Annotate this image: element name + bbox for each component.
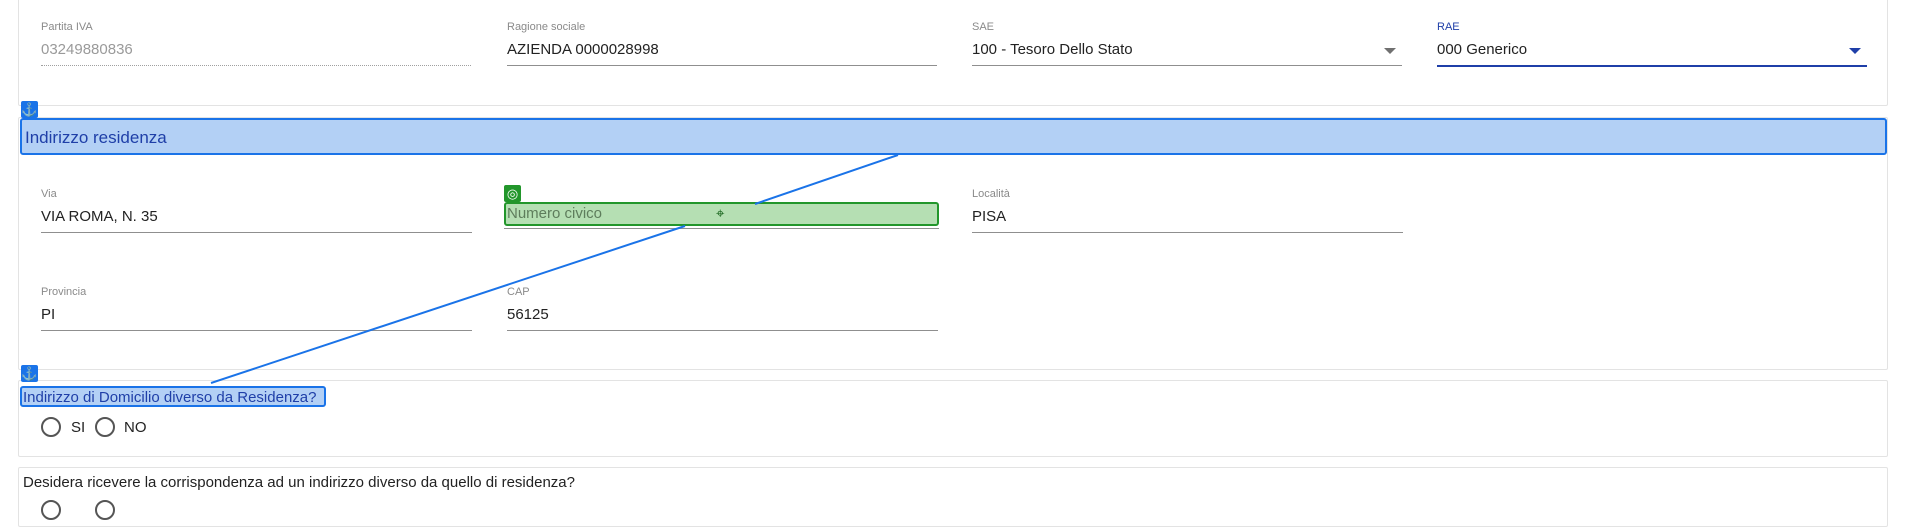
partita-iva-field[interactable]: Partita IVA 03249880836 [41, 21, 471, 71]
ragione-sociale-field[interactable]: Ragione sociale AZIENDA 0000028998 [507, 21, 937, 71]
ragione-sociale-label: Ragione sociale [507, 21, 586, 33]
anagrafica-card: Partita IVA 03249880836 Ragione sociale … [18, 0, 1888, 106]
via-field[interactable]: Via VIA ROMA, N. 35 [41, 188, 472, 238]
domicilio-radio-no-label[interactable]: NO [124, 419, 147, 436]
sae-value: 100 - Tesoro Dello Stato [972, 41, 1133, 58]
provincia-field[interactable]: Provincia PI [41, 286, 472, 336]
localita-label: Località [972, 188, 1010, 200]
rae-select[interactable]: RAE 000 Generico [1437, 21, 1867, 71]
ragione-sociale-underline [507, 65, 937, 66]
chevron-down-icon[interactable] [1384, 48, 1396, 54]
sae-underline [972, 65, 1402, 66]
numero-civico-input[interactable]: Numero civico ⌖ [504, 202, 939, 226]
provincia-label: Provincia [41, 286, 87, 298]
domicilio-radio-si-label[interactable]: SI [71, 419, 85, 436]
sae-select[interactable]: SAE 100 - Tesoro Dello Stato [972, 21, 1402, 71]
ragione-sociale-value: AZIENDA 0000028998 [507, 41, 659, 58]
chevron-down-icon[interactable] [1849, 48, 1861, 54]
corrispondenza-radio-no[interactable] [95, 500, 115, 520]
domicilio-radio-si[interactable] [41, 417, 61, 437]
provincia-underline [41, 330, 472, 331]
anchor-icon: ⚓ [21, 101, 38, 118]
cap-label: CAP [507, 286, 530, 298]
cap-underline [507, 330, 938, 331]
localita-underline [972, 232, 1403, 233]
localita-value: PISA [972, 208, 1007, 225]
numero-civico-placeholder: Numero civico [507, 205, 603, 222]
localita-field[interactable]: Località PISA [972, 188, 1403, 238]
partita-iva-label: Partita IVA [41, 21, 93, 33]
residenza-section-title: Indirizzo residenza [20, 118, 1887, 155]
via-underline [41, 232, 472, 233]
target-icon: ◎ [504, 185, 521, 202]
anchor-icon: ⚓ [21, 365, 38, 382]
via-label: Via [41, 188, 57, 200]
sae-label: SAE [972, 21, 995, 33]
rae-label: RAE [1437, 21, 1460, 33]
corrispondenza-radio-si[interactable] [41, 500, 61, 520]
via-value: VIA ROMA, N. 35 [41, 208, 158, 225]
rae-value: 000 Generico [1437, 41, 1528, 58]
numero-civico-underline [504, 228, 939, 229]
partita-iva-value: 03249880836 [41, 41, 133, 58]
partita-iva-underline [41, 65, 471, 66]
cap-field[interactable]: CAP 56125 [507, 286, 938, 336]
domicilio-question-text: Indirizzo di Domicilio diverso da Reside… [23, 389, 317, 406]
residenza-title-text: Indirizzo residenza [25, 128, 167, 147]
domicilio-radio-no[interactable] [95, 417, 115, 437]
crosshair-icon: ⌖ [716, 205, 725, 222]
cap-value: 56125 [507, 306, 549, 323]
domicilio-question-highlight: Indirizzo di Domicilio diverso da Reside… [20, 386, 326, 407]
corrispondenza-question-text: Desidera ricevere la corrispondenza ad u… [23, 474, 575, 491]
provincia-value: PI [41, 306, 56, 323]
rae-underline [1437, 65, 1867, 67]
